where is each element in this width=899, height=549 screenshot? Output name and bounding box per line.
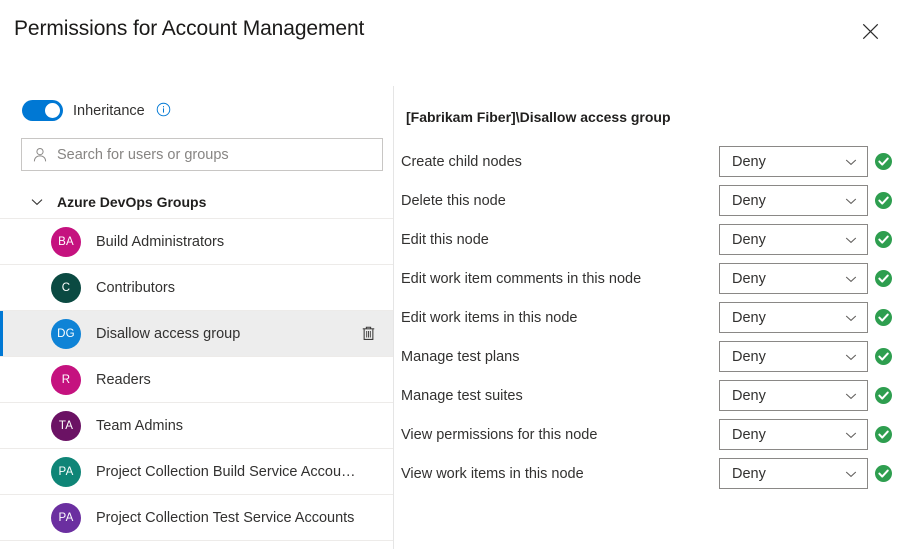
avatar: R [51, 364, 81, 395]
permission-label: Delete this node [401, 192, 506, 209]
permission-label: Edit work items in this node [401, 309, 578, 326]
permission-label: Create child nodes [401, 153, 522, 170]
permission-row: Create child nodes Deny [394, 142, 899, 181]
permission-dropdown[interactable]: Deny [719, 224, 868, 255]
avatar: DG [51, 318, 81, 349]
inheritance-label: Inheritance [73, 102, 145, 119]
identity-panel: Inheritance Search for users or groups A… [0, 86, 393, 549]
group-list-item[interactable]: PA Project Collection Test Service Accoun… [0, 495, 393, 541]
permissions-dialog: Permissions for Account Management Inher… [0, 0, 899, 549]
trash-icon[interactable] [359, 325, 377, 343]
group-name: Disallow access group [96, 325, 241, 342]
permission-list: Create child nodes Deny Delete this node De… [394, 142, 899, 493]
check-circle-icon [875, 153, 892, 170]
permission-value: Deny [732, 192, 766, 209]
group-list: Azure DevOps Groups BA Build Administrato… [0, 186, 393, 541]
check-circle-icon [875, 231, 892, 248]
group-name: Build Administrators [96, 233, 225, 250]
permission-row: Manage test plans Deny [394, 337, 899, 376]
avatar: C [51, 272, 81, 303]
group-name: Project Collection Build Service Account… [96, 463, 359, 480]
avatar: BA [51, 226, 81, 257]
search-input[interactable] [57, 146, 372, 163]
permission-dropdown[interactable]: Deny [719, 419, 868, 450]
permission-dropdown[interactable]: Deny [719, 185, 868, 216]
group-list-item[interactable]: TA Team Admins [0, 403, 393, 449]
permission-dropdown[interactable]: Deny [719, 146, 868, 177]
inheritance-row: Inheritance [22, 100, 171, 121]
toggle-knob [45, 103, 60, 118]
chevron-down-icon [845, 159, 857, 165]
permission-value: Deny [732, 387, 766, 404]
info-icon[interactable] [156, 102, 171, 117]
avatar: PA [51, 502, 81, 533]
close-button[interactable] [852, 13, 888, 49]
permission-row: Edit work item comments in this node Deny [394, 259, 899, 298]
permission-label: View work items in this node [401, 465, 584, 482]
group-list-item[interactable]: DG Disallow access group [0, 311, 393, 357]
permission-row: Edit work items in this node Deny [394, 298, 899, 337]
permission-label: View permissions for this node [401, 426, 598, 443]
permission-row: Manage test suites Deny [394, 376, 899, 415]
permission-label: Manage test plans [401, 348, 520, 365]
chevron-down-icon [845, 393, 857, 399]
permission-value: Deny [732, 270, 766, 287]
check-circle-icon [875, 192, 892, 209]
group-name: Readers [96, 371, 151, 388]
permission-value: Deny [732, 426, 766, 443]
permission-dropdown[interactable]: Deny [719, 458, 868, 489]
group-list-item[interactable]: C Contributors [0, 265, 393, 311]
group-section-header[interactable]: Azure DevOps Groups [0, 186, 393, 219]
group-name: Team Admins [96, 417, 184, 434]
permission-label: Manage test suites [401, 387, 523, 404]
check-circle-icon [875, 465, 892, 482]
group-list-item[interactable]: BA Build Administrators [0, 219, 393, 265]
permission-label: Edit work item comments in this node [401, 270, 642, 287]
permission-row: Delete this node Deny [394, 181, 899, 220]
permission-value: Deny [732, 348, 766, 365]
close-icon [862, 23, 878, 39]
group-list-item[interactable]: R Readers [0, 357, 393, 403]
permissions-panel: [Fabrikam Fiber]\Disallow access group C… [394, 86, 899, 549]
permission-dropdown[interactable]: Deny [719, 302, 868, 333]
chevron-down-icon [31, 199, 43, 206]
page-title: Permissions for Account Management [14, 17, 365, 40]
chevron-down-icon [845, 432, 857, 438]
chevron-down-icon [845, 471, 857, 477]
permission-value: Deny [732, 153, 766, 170]
permission-value: Deny [732, 309, 766, 326]
permission-dropdown[interactable]: Deny [719, 380, 868, 411]
check-circle-icon [875, 309, 892, 326]
group-name: Contributors [96, 279, 175, 296]
permission-dropdown[interactable]: Deny [719, 263, 868, 294]
inheritance-toggle[interactable] [22, 100, 63, 121]
chevron-down-icon [845, 354, 857, 360]
check-circle-icon [875, 426, 892, 443]
chevron-down-icon [845, 276, 857, 282]
chevron-down-icon [845, 198, 857, 204]
person-icon [32, 147, 48, 163]
chevron-down-icon [845, 315, 857, 321]
permission-row: View work items in this node Deny [394, 454, 899, 493]
permission-value: Deny [732, 231, 766, 248]
chevron-down-icon [845, 237, 857, 243]
avatar: TA [51, 410, 81, 441]
permission-row: Edit this node Deny [394, 220, 899, 259]
group-section-label: Azure DevOps Groups [57, 194, 207, 210]
check-circle-icon [875, 387, 892, 404]
search-box[interactable] [21, 138, 383, 171]
permission-dropdown[interactable]: Deny [719, 341, 868, 372]
check-circle-icon [875, 270, 892, 287]
selected-identity-label: [Fabrikam Fiber]\Disallow access group [406, 109, 671, 125]
permission-label: Edit this node [401, 231, 489, 248]
group-name: Project Collection Test Service Accounts [96, 509, 355, 526]
permission-row: View permissions for this node Deny [394, 415, 899, 454]
permission-value: Deny [732, 465, 766, 482]
check-circle-icon [875, 348, 892, 365]
group-list-item[interactable]: PA Project Collection Build Service Accou… [0, 449, 393, 495]
avatar: PA [51, 456, 81, 487]
